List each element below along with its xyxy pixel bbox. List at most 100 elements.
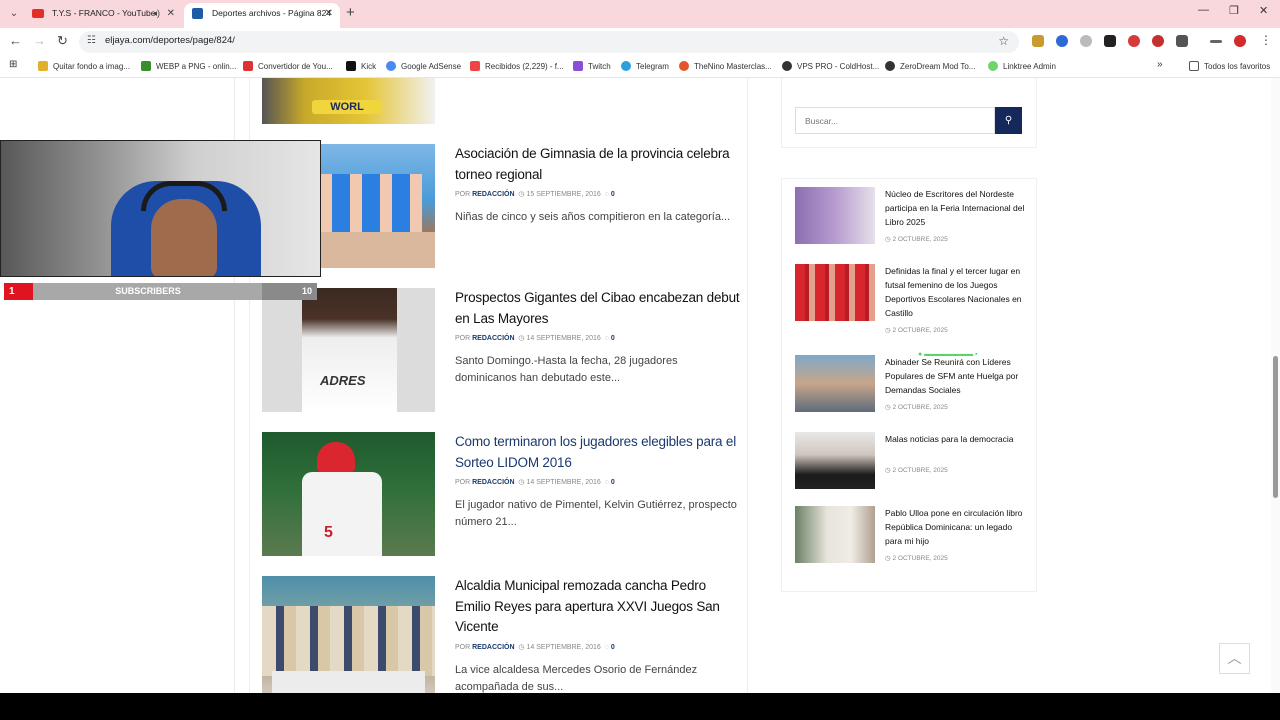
- sidebar-thumbnail[interactable]: [795, 187, 875, 244]
- comment-count[interactable]: 0: [611, 191, 615, 198]
- article-title[interactable]: Asociación de Gimnasia de la provincia c…: [455, 144, 740, 185]
- address-bar[interactable]: ☷ eljaya.com/deportes/page/824/ ☆: [79, 31, 1019, 53]
- article-author[interactable]: REDACCIÓN: [472, 644, 514, 651]
- article-thumbnail[interactable]: ADRES: [262, 288, 435, 412]
- sidebar-thumbnail[interactable]: [795, 355, 875, 412]
- site-info-icon[interactable]: ☷: [87, 35, 96, 46]
- new-tab-button[interactable]: +: [346, 4, 355, 21]
- minimize-icon[interactable]: —: [1198, 4, 1209, 16]
- comment-icon: ◌: [604, 335, 609, 342]
- bookmark-label: Todos los favoritos: [1204, 62, 1271, 71]
- article-title[interactable]: Como terminaron los jugadores elegibles …: [455, 432, 740, 473]
- article-title[interactable]: Prospectos Gigantes del Cibao encabezan …: [455, 288, 740, 329]
- url-text[interactable]: eljaya.com/deportes/page/824/: [105, 35, 235, 46]
- article-thumbnail[interactable]: 5: [262, 432, 435, 556]
- comment-count[interactable]: 0: [611, 479, 615, 486]
- stream-overlay-sticker: ● ▬▬▬▬▬▬▬ ▪: [918, 351, 978, 358]
- close-tab-icon[interactable]: ✕: [325, 3, 333, 24]
- menu-icon[interactable]: ⋮: [1260, 33, 1272, 47]
- tab-youtube[interactable]: T.Y.S - FRANCO - YouTube ◂) ✕: [24, 3, 182, 28]
- sidebar-post-title[interactable]: Núcleo de Escritores del Nordeste partic…: [885, 187, 1025, 229]
- sidebar-post-title[interactable]: Pablo Ulloa pone en circulación libro Re…: [885, 506, 1025, 548]
- article-title[interactable]: Alcaldia Municipal remozada cancha Pedro…: [455, 576, 740, 638]
- article-author[interactable]: REDACCIÓN: [472, 335, 514, 342]
- forward-icon[interactable]: →: [33, 33, 46, 48]
- webcam-overlay: [0, 140, 321, 277]
- sidebar-post-title[interactable]: Malas noticias para la democracia: [885, 432, 1025, 446]
- back-icon[interactable]: ←: [9, 33, 22, 48]
- clock-icon: ◷: [518, 335, 525, 342]
- sidebar-post-title[interactable]: Definidas la final y el tercer lugar en …: [885, 264, 1025, 320]
- sidebar-post-date: ◷ 2 OCTUBRE, 2025: [885, 236, 948, 243]
- extension-icon[interactable]: [1152, 35, 1164, 47]
- close-tab-icon[interactable]: ✕: [167, 3, 175, 24]
- google-icon: [386, 61, 396, 71]
- bookmark-item[interactable]: Recibidos (2,229) - f...: [470, 61, 564, 71]
- extension-icon[interactable]: [1128, 35, 1140, 47]
- article-excerpt: El jugador nativo de Pimentel, Kelvin Gu…: [455, 499, 737, 528]
- bookmark-icon: [38, 61, 48, 71]
- search-input[interactable]: [796, 108, 994, 133]
- reload-icon[interactable]: ↻: [57, 33, 68, 49]
- bookmark-label: Telegram: [636, 62, 669, 71]
- chevron-up-icon: ︿: [1227, 650, 1242, 666]
- extension-icon[interactable]: [1104, 35, 1116, 47]
- bookmark-star-icon[interactable]: ☆: [998, 34, 1009, 48]
- page-scrollbar[interactable]: [1271, 78, 1280, 693]
- bookmark-item[interactable]: Linktree Admin: [988, 61, 1056, 71]
- clock-icon: ◷: [518, 644, 525, 651]
- bookmark-label: WEBP a PNG - onlin...: [156, 62, 237, 71]
- site-favicon-icon: [192, 8, 203, 19]
- sidebar-thumbnail[interactable]: [795, 432, 875, 489]
- speaker-icon[interactable]: ◂): [152, 3, 160, 24]
- bookmark-item[interactable]: Kick: [346, 61, 376, 71]
- bookmark-item[interactable]: Google AdSense: [386, 61, 461, 71]
- fire-icon: [679, 61, 689, 71]
- bookmark-item[interactable]: VPS PRO - ColdHost...: [782, 61, 879, 71]
- comment-count[interactable]: 0: [611, 335, 615, 342]
- back-to-top-button[interactable]: ︿: [1219, 643, 1250, 674]
- bookmark-item[interactable]: TheNino Masterclas...: [679, 61, 772, 71]
- more-bookmarks-icon[interactable]: »: [1157, 59, 1163, 70]
- extensions-puzzle-icon[interactable]: [1176, 35, 1188, 47]
- tab-deportes[interactable]: Deportes archivos - Página 824 ✕: [184, 3, 340, 28]
- subscriber-count-left: 1: [4, 283, 33, 300]
- reading-list-icon[interactable]: [1210, 40, 1222, 43]
- close-window-icon[interactable]: ✕: [1259, 4, 1268, 17]
- comment-count[interactable]: 0: [611, 644, 615, 651]
- article-author[interactable]: REDACCIÓN: [472, 191, 514, 198]
- bookmark-label: ZeroDream Mod To...: [900, 62, 976, 71]
- sidebar-post-title[interactable]: Abinader Se Reunirá con Líderes Populare…: [885, 355, 1025, 397]
- apps-icon[interactable]: ⊞: [9, 59, 17, 70]
- bookmark-item[interactable]: Telegram: [621, 61, 669, 71]
- article-date: 14 SEPTIEMBRE, 2016: [526, 644, 601, 651]
- meta-by: POR: [455, 479, 471, 486]
- bookmark-item[interactable]: Convertidor de You...: [243, 61, 333, 71]
- search-button[interactable]: ⚲: [995, 107, 1022, 134]
- bookmark-item[interactable]: ZeroDream Mod To...: [885, 61, 975, 71]
- bookmark-item[interactable]: Quitar fondo a imag...: [38, 61, 130, 71]
- bookmark-label: TheNino Masterclas...: [694, 62, 772, 71]
- profile-avatar[interactable]: [1234, 35, 1246, 47]
- restore-icon[interactable]: ❐: [1229, 4, 1239, 17]
- article-thumbnail[interactable]: [262, 576, 435, 693]
- bookmark-item[interactable]: Twitch: [573, 61, 611, 71]
- extension-icon[interactable]: [1056, 35, 1068, 47]
- article-thumbnail[interactable]: WORL: [262, 78, 435, 124]
- search-field[interactable]: [795, 107, 995, 134]
- extension-icon[interactable]: [1080, 35, 1092, 47]
- all-bookmarks-folder[interactable]: Todos los favoritos: [1189, 61, 1270, 71]
- clock-icon: ◷: [518, 479, 525, 486]
- sidebar-thumbnail[interactable]: [795, 506, 875, 563]
- extension-icon[interactable]: [1032, 35, 1044, 47]
- globe-icon: [885, 61, 895, 71]
- bookmark-item[interactable]: WEBP a PNG - onlin...: [141, 61, 236, 71]
- date-text: 2 OCTUBRE, 2025: [892, 555, 948, 562]
- sidebar-thumbnail[interactable]: [795, 264, 875, 321]
- comment-icon: ◌: [604, 644, 609, 651]
- sidebar-post-date: ◷ 2 OCTUBRE, 2025: [885, 404, 948, 411]
- toolbar: ← → ↻ ☷ eljaya.com/deportes/page/824/ ☆ …: [0, 28, 1280, 56]
- scrollbar-thumb[interactable]: [1273, 356, 1278, 498]
- article-author[interactable]: REDACCIÓN: [472, 479, 514, 486]
- tab-search-icon[interactable]: ⌄: [6, 6, 22, 22]
